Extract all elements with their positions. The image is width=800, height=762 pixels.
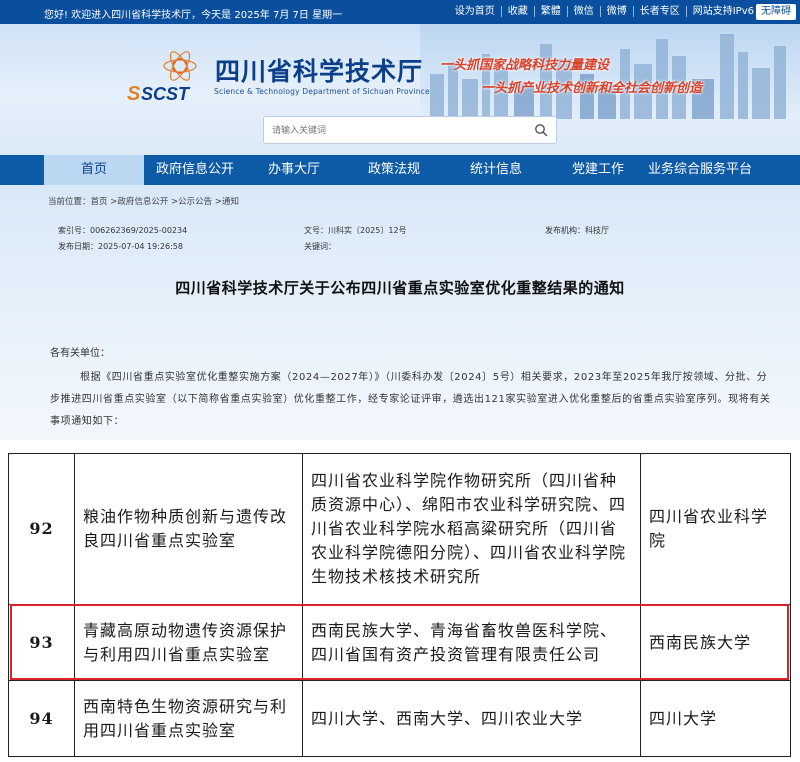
table-row: 92 粮油作物种质创新与遗传改良四川省重点实验室 四川省农业科学院作物研究所（四… <box>8 453 791 605</box>
main-nav: 首页 政府信息公开 办事大厅 政策法规 统计信息 党建工作 业务综合服务平台 <box>0 155 800 185</box>
greeting-text: 您好! 欢迎进入四川省科学技术厅，今天是 2025年 7月 7日 星期一 <box>44 10 343 21</box>
document-title: 四川省科学技术厅关于公布四川省重点实验室优化重整结果的通知 <box>175 279 625 297</box>
link-elderly-zone[interactable]: 长者专区 <box>634 6 687 17</box>
meta-date-value: 2025-07-04 19:26:58 <box>98 242 183 251</box>
nav-item-gov-info[interactable]: 政府信息公开 <box>146 155 244 185</box>
search-box <box>263 116 557 144</box>
lab-lead-unit: 四川大学 <box>640 680 791 757</box>
lab-lead-unit: 西南民族大学 <box>640 604 791 681</box>
lab-lead-unit: 四川省农业科学院 <box>640 453 791 605</box>
meta-docno-value: 川科实〔2025〕12号 <box>328 226 407 235</box>
nav-item-service-platform[interactable]: 业务综合服务平台 <box>644 155 756 185</box>
lab-units: 西南民族大学、青海省畜牧兽医科学院、四川省国有资产投资管理有限责任公司 <box>302 604 641 681</box>
lab-table: 92 粮油作物种质创新与遗传改良四川省重点实验室 四川省农业科学院作物研究所（四… <box>8 453 791 757</box>
link-weibo[interactable]: 微博 <box>601 6 634 17</box>
lab-units: 四川大学、西南大学、四川农业大学 <box>302 680 641 757</box>
meta-index-value: 006262369/2025-00234 <box>90 226 188 235</box>
link-favorite[interactable]: 收藏 <box>502 6 535 17</box>
nav-item-home[interactable]: 首页 <box>44 155 144 185</box>
slogan-line-2: 一头抓产业技术创新和全社会创新创造 <box>481 81 703 96</box>
nav-item-policies[interactable]: 政策法规 <box>354 155 434 185</box>
lab-table-image: 92 粮油作物种质创新与遗传改良四川省重点实验室 四川省农业科学院作物研究所（四… <box>0 443 800 762</box>
search-input[interactable] <box>272 123 522 138</box>
link-wechat[interactable]: 微信 <box>568 6 601 17</box>
site-subtitle: Science & Technology Department of Sichu… <box>214 87 430 96</box>
svg-text:S: S <box>127 83 141 105</box>
search-icon[interactable] <box>534 123 548 137</box>
link-set-homepage[interactable]: 设为首页 <box>449 6 502 17</box>
top-links: 设为首页 收藏 繁體 微信 微博 长者专区 网站支持IPv6 <box>449 6 760 17</box>
meta-keywords: 关键词： <box>304 242 336 251</box>
table-row: 94 西南特色生物资源研究与利用四川省重点实验室 四川大学、西南大学、四川农业大… <box>8 680 791 757</box>
meta-org: 发布机构：科技厅 <box>545 226 609 235</box>
logo-wordmark: SCST <box>141 84 191 104</box>
nav-item-service-hall[interactable]: 办事大厅 <box>254 155 334 185</box>
breadcrumb: 当前位置：首页 >政府信息公开 >公示公告 >通知 <box>48 195 239 207</box>
scst-logo-icon: S SCST <box>127 51 197 105</box>
lab-name: 西南特色生物资源研究与利用四川省重点实验室 <box>74 680 303 757</box>
meta-index: 索引号：006262369/2025-00234 <box>58 226 188 235</box>
nav-item-party-building[interactable]: 党建工作 <box>558 155 638 185</box>
meta-date: 发布日期：2025-07-04 19:26:58 <box>58 242 183 251</box>
accessibility-button[interactable]: 无障碍 <box>756 4 796 20</box>
table-row: 93 青藏高原动物遗传资源保护与利用四川省重点实验室 西南民族大学、青海省畜牧兽… <box>8 604 791 681</box>
article-panel: 当前位置：首页 >政府信息公开 >公示公告 >通知 索引号：006262369/… <box>0 185 800 440</box>
row-number: 93 <box>8 604 75 681</box>
meta-org-value: 科技厅 <box>585 226 609 235</box>
document-paragraph: 根据《四川省重点实验室优化重整实施方案（2024—2027年）》（川委科办发〔2… <box>50 372 771 427</box>
slogan-line-1: 一头抓国家战略科技力量建设 <box>440 58 610 73</box>
link-traditional-chinese[interactable]: 繁體 <box>535 6 568 17</box>
site-title: 四川省科学技术厅 <box>215 57 424 86</box>
lab-name: 青藏高原动物遗传资源保护与利用四川省重点实验室 <box>74 604 303 681</box>
row-number: 94 <box>8 680 75 757</box>
breadcrumb-path[interactable]: 首页 >政府信息公开 >公示公告 >通知 <box>91 197 239 207</box>
nav-item-statistics[interactable]: 统计信息 <box>456 155 536 185</box>
document-salutation: 各有关单位： <box>50 348 110 359</box>
meta-docno: 文号：川科实〔2025〕12号 <box>304 226 407 235</box>
lab-units: 四川省农业科学院作物研究所（四川省种质资源中心）、绵阳市农业科学研究院、四川省农… <box>302 453 641 605</box>
lab-name: 粮油作物种质创新与遗传改良四川省重点实验室 <box>74 453 303 605</box>
top-bar: 您好! 欢迎进入四川省科学技术厅，今天是 2025年 7月 7日 星期一 设为首… <box>0 0 800 24</box>
breadcrumb-label: 当前位置： <box>48 197 91 207</box>
row-number: 92 <box>8 453 75 605</box>
link-ipv6[interactable]: 网站支持IPv6 <box>687 6 760 17</box>
